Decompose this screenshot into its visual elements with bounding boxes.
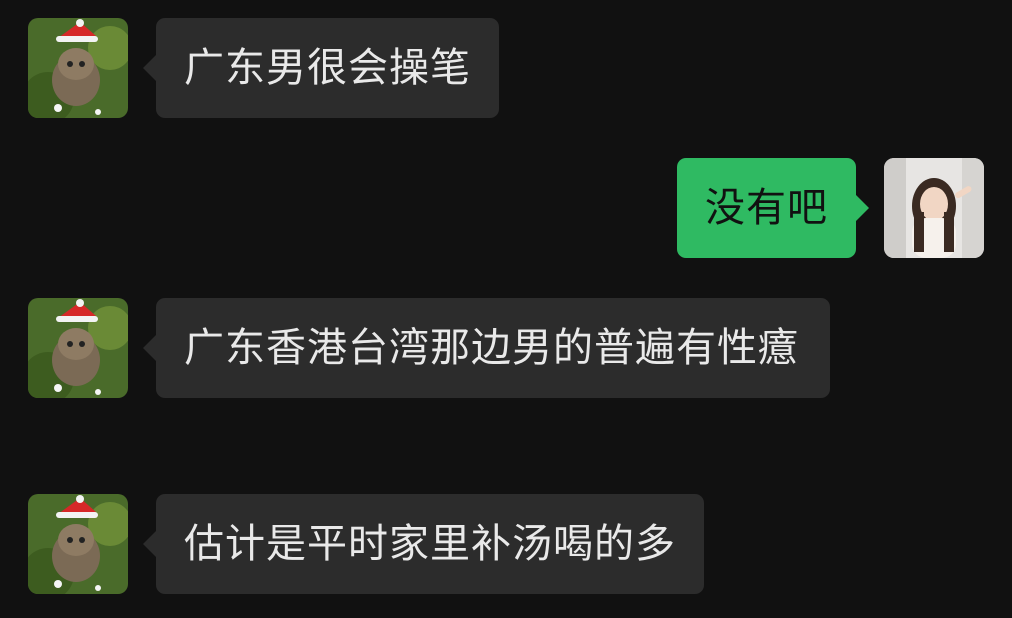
message-text: 广东香港台湾那边男的普遍有性癔 [184, 325, 799, 371]
cat-avatar[interactable] [28, 494, 128, 594]
message-row: 广东男很会操笔 [28, 18, 499, 118]
incoming-message-bubble[interactable]: 广东男很会操笔 [143, 18, 499, 118]
message-text: 广东男很会操笔 [184, 45, 471, 91]
incoming-message-bubble[interactable]: 广东香港台湾那边男的普遍有性癔 [143, 298, 830, 398]
message-row: 估计是平时家里补汤喝的多 [28, 494, 704, 594]
message-text: 估计是平时家里补汤喝的多 [184, 521, 676, 567]
woman-avatar[interactable] [884, 158, 984, 258]
incoming-message-bubble[interactable]: 估计是平时家里补汤喝的多 [143, 494, 704, 594]
cat-avatar[interactable] [28, 18, 128, 118]
chat-window: 广东男很会操笔 没有吧 广东香港台湾那边男的普遍有性癔 估计是平时家里补汤喝的多 [0, 0, 1012, 618]
cat-avatar[interactable] [28, 298, 128, 398]
message-row: 没有吧 [677, 158, 984, 258]
message-row: 广东香港台湾那边男的普遍有性癔 [28, 298, 830, 398]
message-text: 没有吧 [705, 185, 828, 231]
outgoing-message-bubble[interactable]: 没有吧 [677, 158, 869, 258]
